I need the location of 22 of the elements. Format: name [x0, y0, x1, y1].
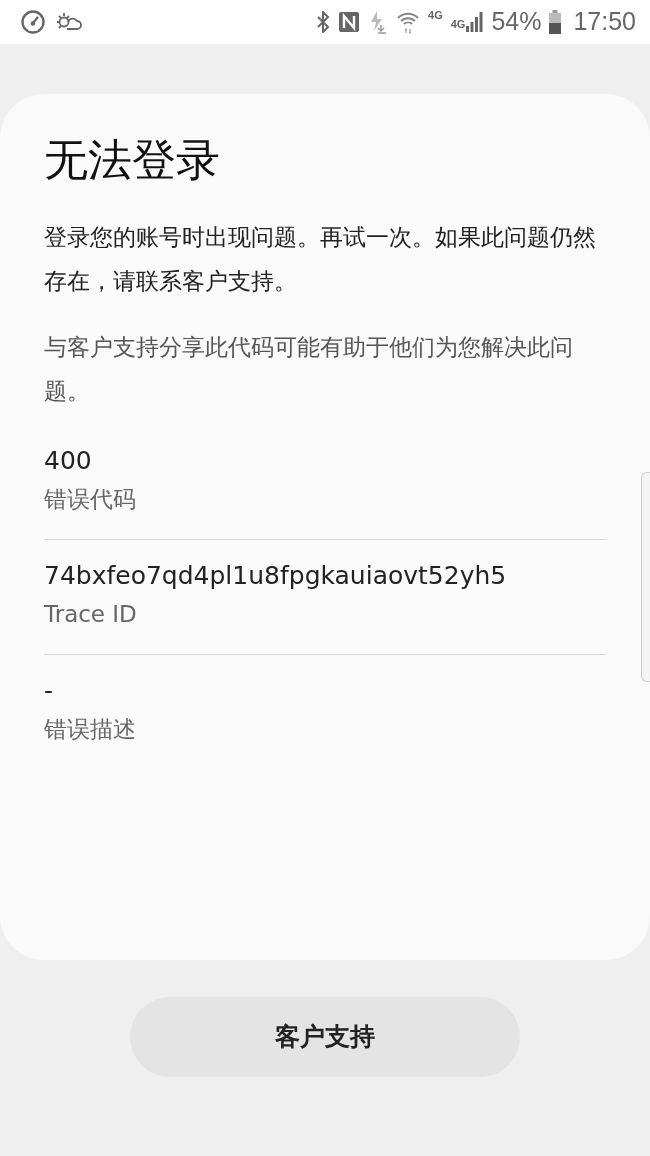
bluetooth-icon [316, 11, 330, 33]
network-label: 4G [428, 8, 443, 24]
charging-icon [368, 10, 388, 34]
speedometer-icon [20, 9, 46, 35]
field-value: - [44, 674, 55, 707]
signal-label: 4G [450, 16, 466, 32]
clock: 17:50 [573, 6, 636, 38]
field-label: Trace ID [44, 599, 138, 629]
dialog-title: 无法登录 [44, 134, 221, 187]
field-value: 400 [44, 444, 93, 477]
hint-text: 与客户支持分享此代码可能有助于他们为您解决此问题。 [44, 332, 574, 406]
customer-support-button[interactable]: 客户支持 [130, 997, 520, 1077]
field-label: 错误代码 [44, 484, 137, 514]
nfc-icon [338, 11, 360, 33]
error-message: 登录您的账号时出现问题。再试一次。如果此问题仍然存在，请联系客户支持。 [44, 222, 597, 296]
scrollbar[interactable] [641, 472, 650, 682]
field-value: 74bxfeo7qd4pl1u8fpgkauiaovt52yh5 [44, 559, 508, 592]
signal-icon [465, 12, 484, 32]
battery-icon [549, 10, 562, 34]
field-label: 错误描述 [44, 714, 137, 744]
wifi-icon [396, 10, 420, 34]
battery-percent: 54% [491, 6, 542, 38]
